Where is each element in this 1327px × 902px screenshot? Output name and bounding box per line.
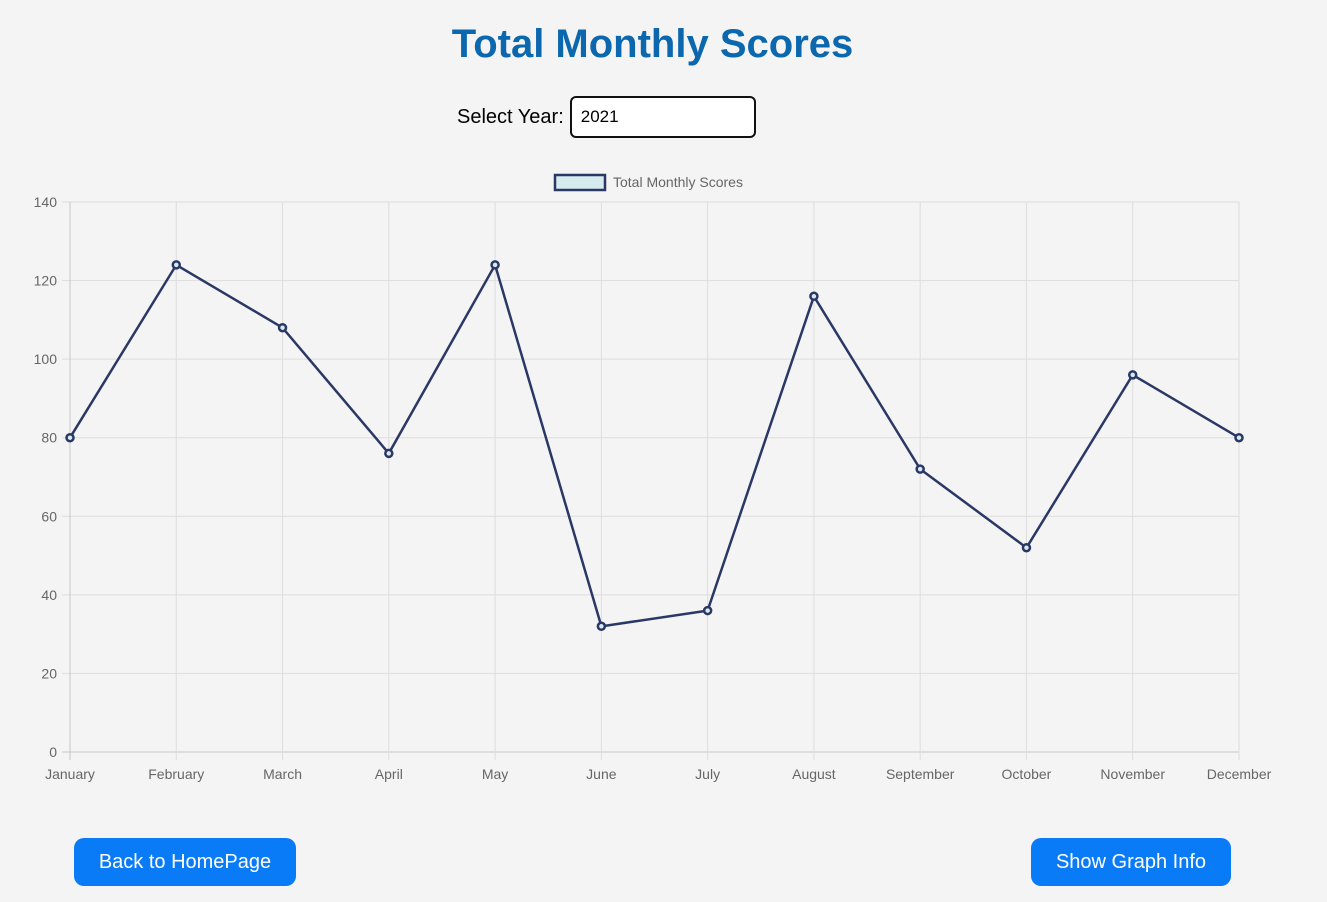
x-tick-label: December xyxy=(1207,766,1272,782)
data-point xyxy=(1234,432,1244,443)
data-point xyxy=(596,621,607,632)
x-axis: January February March April May June July Augu… xyxy=(45,766,1272,782)
series-line xyxy=(68,261,1240,628)
data-point xyxy=(490,260,500,270)
data-point xyxy=(277,322,288,333)
data-point xyxy=(384,448,394,459)
x-tick-label: September xyxy=(886,766,955,782)
data-point xyxy=(1127,370,1138,380)
y-tick-label: 120 xyxy=(34,273,58,289)
back-to-homepage-button[interactable]: Back to HomePage xyxy=(74,838,296,886)
x-tick-label: May xyxy=(482,766,508,782)
legend-swatch xyxy=(553,173,607,192)
year-label: Select Year: xyxy=(457,105,564,128)
year-input[interactable] xyxy=(569,96,756,138)
y-tick-label: 140 xyxy=(34,194,58,210)
x-tick-label: October xyxy=(1002,766,1052,782)
year-selector: Select Year: xyxy=(457,96,756,138)
x-tick-label: July xyxy=(695,766,720,782)
x-tick-label: March xyxy=(263,766,302,782)
x-tick-label: August xyxy=(792,766,836,782)
data-point xyxy=(65,432,75,443)
y-tick-label: 0 xyxy=(49,744,57,760)
data-point xyxy=(171,260,182,270)
y-axis: 0 20 40 60 80 100 120 140 xyxy=(34,194,58,760)
x-tick-label: June xyxy=(586,766,617,782)
data-point xyxy=(702,605,713,616)
y-tick-label: 40 xyxy=(41,587,57,603)
chart-legend[interactable]: Total Monthly Scores xyxy=(553,173,743,192)
line-chart: Total Monthly Scores 020406080100120140 … xyxy=(34,173,1272,782)
page-title: Total Monthly Scores xyxy=(451,22,854,66)
data-point xyxy=(809,291,819,302)
y-tick-label: 100 xyxy=(34,351,58,367)
chart-grid xyxy=(62,201,1240,760)
page: Total Monthly Scores Select Year: Total … xyxy=(0,0,1327,902)
y-tick-label: 20 xyxy=(41,665,57,681)
data-point xyxy=(915,464,925,474)
y-tick-label: 60 xyxy=(41,508,57,524)
x-tick-label: January xyxy=(45,766,95,782)
show-graph-info-button[interactable]: Show Graph Info xyxy=(1031,838,1231,886)
legend-label: Total Monthly Scores xyxy=(613,174,743,190)
x-tick-label: April xyxy=(375,766,403,782)
x-tick-label: February xyxy=(148,766,204,782)
x-tick-label: November xyxy=(1100,766,1165,782)
data-point xyxy=(1021,542,1032,553)
y-tick-label: 80 xyxy=(41,430,57,446)
chart-series xyxy=(65,260,1244,632)
